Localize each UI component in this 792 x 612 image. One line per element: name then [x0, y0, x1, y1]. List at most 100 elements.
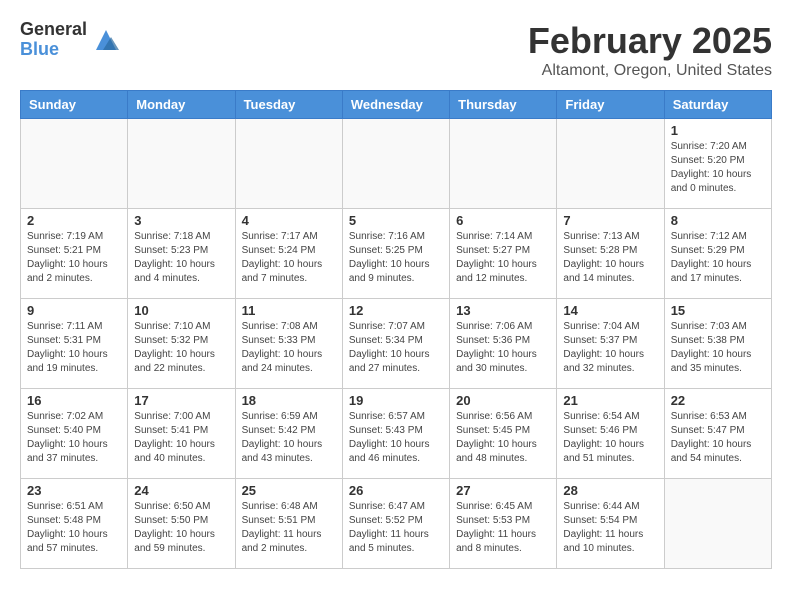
weekday-header-tuesday: Tuesday: [235, 91, 342, 119]
weekday-header-wednesday: Wednesday: [342, 91, 449, 119]
day-number: 6: [456, 213, 550, 228]
calendar-cell: 22 Sunrise: 6:53 AM Sunset: 5:47 PM Dayli…: [664, 389, 771, 479]
day-info: Sunrise: 7:16 AM Sunset: 5:25 PM Dayligh…: [349, 230, 443, 286]
day-info: Sunrise: 6:48 AM Sunset: 5:51 PM Dayligh…: [242, 500, 336, 556]
day-number: 14: [563, 303, 657, 318]
day-number: 24: [134, 483, 228, 498]
day-number: 25: [242, 483, 336, 498]
calendar-cell: [450, 119, 557, 209]
weekday-header-saturday: Saturday: [664, 91, 771, 119]
day-number: 26: [349, 483, 443, 498]
day-number: 18: [242, 393, 336, 408]
day-number: 17: [134, 393, 228, 408]
calendar-cell: 23 Sunrise: 6:51 AM Sunset: 5:48 PM Dayli…: [21, 479, 128, 569]
calendar-cell: 9 Sunrise: 7:11 AM Sunset: 5:31 PM Daylig…: [21, 299, 128, 389]
day-number: 27: [456, 483, 550, 498]
day-number: 19: [349, 393, 443, 408]
day-info: Sunrise: 7:18 AM Sunset: 5:23 PM Dayligh…: [134, 230, 228, 286]
day-info: Sunrise: 7:19 AM Sunset: 5:21 PM Dayligh…: [27, 230, 121, 286]
calendar-cell: 11 Sunrise: 7:08 AM Sunset: 5:33 PM Dayli…: [235, 299, 342, 389]
calendar-cell: 20 Sunrise: 6:56 AM Sunset: 5:45 PM Dayli…: [450, 389, 557, 479]
day-number: 7: [563, 213, 657, 228]
day-number: 16: [27, 393, 121, 408]
day-number: 28: [563, 483, 657, 498]
calendar-cell: 24 Sunrise: 6:50 AM Sunset: 5:50 PM Dayli…: [128, 479, 235, 569]
day-info: Sunrise: 7:20 AM Sunset: 5:20 PM Dayligh…: [671, 140, 765, 196]
day-number: 4: [242, 213, 336, 228]
weekday-header-friday: Friday: [557, 91, 664, 119]
calendar-cell: 3 Sunrise: 7:18 AM Sunset: 5:23 PM Daylig…: [128, 209, 235, 299]
calendar-cell: 21 Sunrise: 6:54 AM Sunset: 5:46 PM Dayli…: [557, 389, 664, 479]
day-number: 11: [242, 303, 336, 318]
calendar-cell: [21, 119, 128, 209]
calendar-cell: 2 Sunrise: 7:19 AM Sunset: 5:21 PM Daylig…: [21, 209, 128, 299]
day-info: Sunrise: 6:44 AM Sunset: 5:54 PM Dayligh…: [563, 500, 657, 556]
day-number: 23: [27, 483, 121, 498]
calendar-cell: 25 Sunrise: 6:48 AM Sunset: 5:51 PM Dayli…: [235, 479, 342, 569]
calendar-cell: [128, 119, 235, 209]
calendar-cell: 17Sunrise: 7:00 AM Sunset: 5:41 PM Dayli…: [128, 389, 235, 479]
logo-general-text: General: [20, 20, 87, 40]
calendar-cell: 12 Sunrise: 7:07 AM Sunset: 5:34 PM Dayli…: [342, 299, 449, 389]
weekday-header-monday: Monday: [128, 91, 235, 119]
day-info: Sunrise: 7:07 AM Sunset: 5:34 PM Dayligh…: [349, 320, 443, 376]
logo-blue-text: Blue: [20, 40, 87, 60]
month-title: February 2025: [528, 20, 772, 62]
calendar-cell: 1 Sunrise: 7:20 AM Sunset: 5:20 PM Daylig…: [664, 119, 771, 209]
calendar-cell: [235, 119, 342, 209]
calendar-cell: 16 Sunrise: 7:02 AM Sunset: 5:40 PM Dayli…: [21, 389, 128, 479]
calendar-cell: 26 Sunrise: 6:47 AM Sunset: 5:52 PM Dayli…: [342, 479, 449, 569]
day-info: Sunrise: 6:54 AM Sunset: 5:46 PM Dayligh…: [563, 410, 657, 466]
calendar-cell: 4 Sunrise: 7:17 AM Sunset: 5:24 PM Daylig…: [235, 209, 342, 299]
day-info: Sunrise: 6:53 AM Sunset: 5:47 PM Dayligh…: [671, 410, 765, 466]
day-number: 21: [563, 393, 657, 408]
calendar-cell: 18Sunrise: 6:59 AM Sunset: 5:42 PM Dayli…: [235, 389, 342, 479]
day-info: Sunrise: 7:17 AM Sunset: 5:24 PM Dayligh…: [242, 230, 336, 286]
day-info: Sunrise: 6:50 AM Sunset: 5:50 PM Dayligh…: [134, 500, 228, 556]
day-info: Sunrise: 7:11 AM Sunset: 5:31 PM Dayligh…: [27, 320, 121, 376]
day-number: 10: [134, 303, 228, 318]
calendar-week-row: 23 Sunrise: 6:51 AM Sunset: 5:48 PM Dayli…: [21, 479, 772, 569]
day-number: 12: [349, 303, 443, 318]
calendar-cell: 5Sunrise: 7:16 AM Sunset: 5:25 PM Daylig…: [342, 209, 449, 299]
logo: General Blue: [20, 20, 121, 60]
day-number: 1: [671, 123, 765, 138]
calendar-cell: 6 Sunrise: 7:14 AM Sunset: 5:27 PM Daylig…: [450, 209, 557, 299]
day-info: Sunrise: 7:08 AM Sunset: 5:33 PM Dayligh…: [242, 320, 336, 376]
calendar-cell: 27 Sunrise: 6:45 AM Sunset: 5:53 PM Dayli…: [450, 479, 557, 569]
calendar-cell: 13Sunrise: 7:06 AM Sunset: 5:36 PM Dayli…: [450, 299, 557, 389]
calendar-cell: 28 Sunrise: 6:44 AM Sunset: 5:54 PM Dayli…: [557, 479, 664, 569]
day-info: Sunrise: 7:14 AM Sunset: 5:27 PM Dayligh…: [456, 230, 550, 286]
calendar-cell: 19 Sunrise: 6:57 AM Sunset: 5:43 PM Dayli…: [342, 389, 449, 479]
calendar-cell: 7Sunrise: 7:13 AM Sunset: 5:28 PM Daylig…: [557, 209, 664, 299]
day-info: Sunrise: 7:02 AM Sunset: 5:40 PM Dayligh…: [27, 410, 121, 466]
day-info: Sunrise: 6:47 AM Sunset: 5:52 PM Dayligh…: [349, 500, 443, 556]
calendar-week-row: 2 Sunrise: 7:19 AM Sunset: 5:21 PM Daylig…: [21, 209, 772, 299]
calendar-week-row: 1 Sunrise: 7:20 AM Sunset: 5:20 PM Daylig…: [21, 119, 772, 209]
day-number: 20: [456, 393, 550, 408]
day-info: Sunrise: 6:45 AM Sunset: 5:53 PM Dayligh…: [456, 500, 550, 556]
day-number: 22: [671, 393, 765, 408]
calendar-week-row: 16 Sunrise: 7:02 AM Sunset: 5:40 PM Dayli…: [21, 389, 772, 479]
logo-icon: [91, 25, 121, 55]
day-info: Sunrise: 7:03 AM Sunset: 5:38 PM Dayligh…: [671, 320, 765, 376]
calendar-cell: 10 Sunrise: 7:10 AM Sunset: 5:32 PM Dayli…: [128, 299, 235, 389]
day-info: Sunrise: 6:51 AM Sunset: 5:48 PM Dayligh…: [27, 500, 121, 556]
day-info: Sunrise: 6:57 AM Sunset: 5:43 PM Dayligh…: [349, 410, 443, 466]
day-number: 2: [27, 213, 121, 228]
calendar-cell: 8Sunrise: 7:12 AM Sunset: 5:29 PM Daylig…: [664, 209, 771, 299]
day-number: 9: [27, 303, 121, 318]
day-number: 3: [134, 213, 228, 228]
weekday-header-thursday: Thursday: [450, 91, 557, 119]
calendar-cell: [664, 479, 771, 569]
calendar-cell: 15Sunrise: 7:03 AM Sunset: 5:38 PM Dayli…: [664, 299, 771, 389]
calendar-cell: [557, 119, 664, 209]
page-header: General Blue February 2025 Altamont, Ore…: [20, 20, 772, 80]
weekday-header-sunday: Sunday: [21, 91, 128, 119]
calendar-cell: 14 Sunrise: 7:04 AM Sunset: 5:37 PM Dayli…: [557, 299, 664, 389]
day-info: Sunrise: 6:56 AM Sunset: 5:45 PM Dayligh…: [456, 410, 550, 466]
calendar-table: SundayMondayTuesdayWednesdayThursdayFrid…: [20, 90, 772, 569]
day-info: Sunrise: 7:10 AM Sunset: 5:32 PM Dayligh…: [134, 320, 228, 376]
day-info: Sunrise: 7:04 AM Sunset: 5:37 PM Dayligh…: [563, 320, 657, 376]
title-area: February 2025 Altamont, Oregon, United S…: [528, 20, 772, 80]
